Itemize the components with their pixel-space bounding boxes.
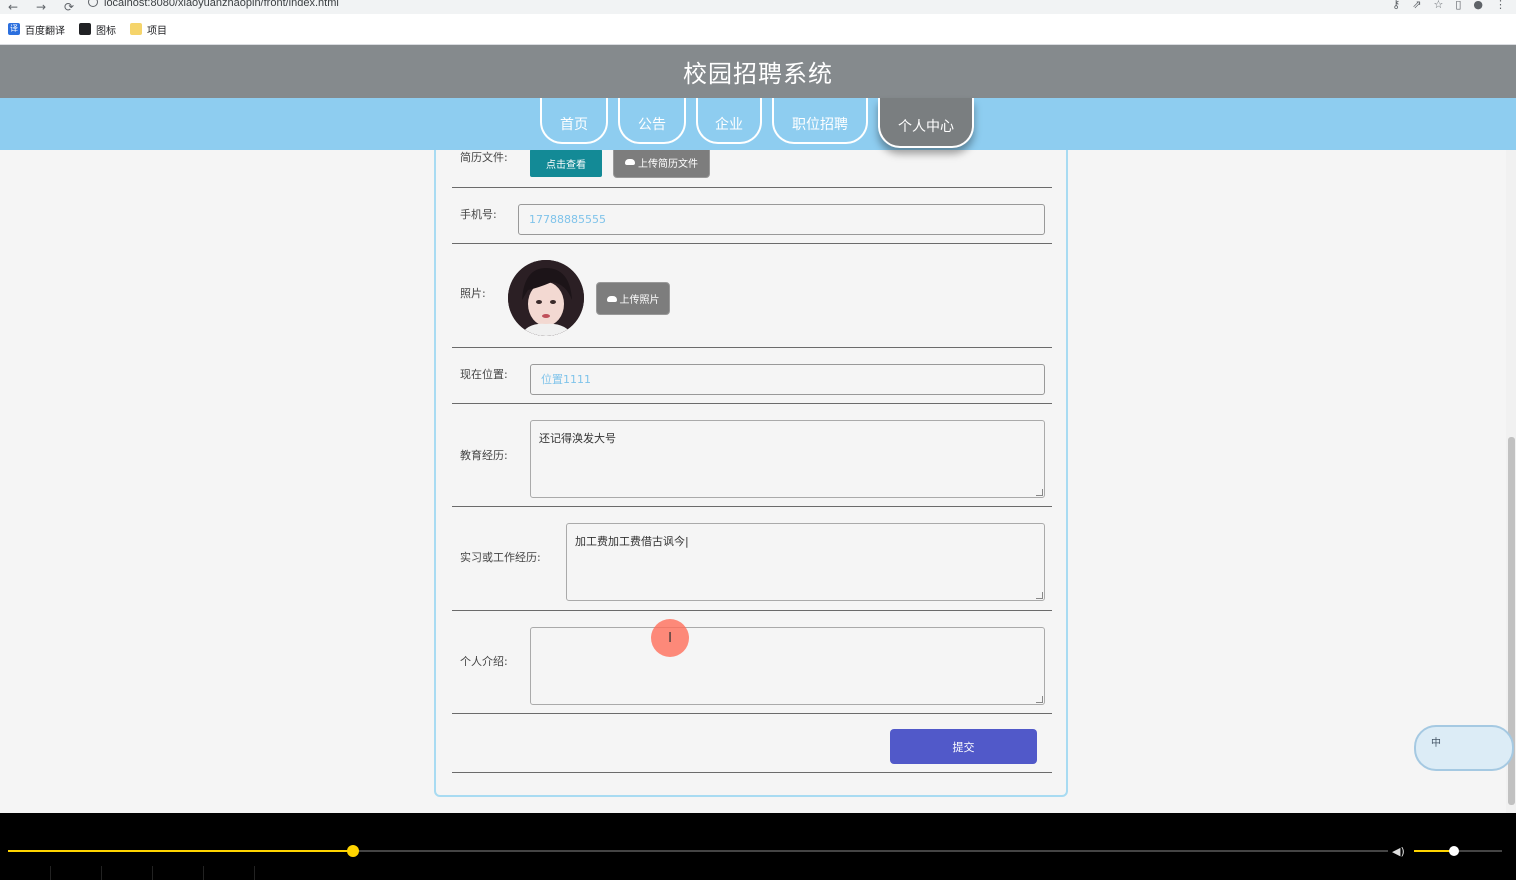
phone-row: 手机号: 17788885555: [452, 188, 1052, 244]
folder-icon: [130, 23, 142, 35]
nav-notices[interactable]: 公告: [618, 98, 686, 144]
seek-bar[interactable]: [8, 845, 1388, 857]
segment: [102, 866, 153, 880]
intro-textarea[interactable]: [530, 627, 1045, 705]
resize-handle[interactable]: [1036, 696, 1043, 703]
reload-icon[interactable]: ⟳: [64, 1, 84, 13]
resume-label: 简历文件:: [460, 151, 508, 164]
site-header: 校园招聘系统: [0, 45, 1516, 98]
phone-label: 手机号:: [460, 208, 497, 221]
avatar: [508, 260, 584, 336]
text-cursor-icon: I: [668, 630, 672, 646]
education-row: 教育经历: 还记得涣发大号: [452, 404, 1052, 507]
upload-resume-label: 上传简历文件: [638, 158, 698, 170]
upload-resume-button[interactable]: 上传简历文件: [613, 146, 710, 178]
page-content: 简历文件: 点击查看 上传简历文件 手机号: 17788885555 照片: 上…: [0, 45, 1516, 813]
volume-slider[interactable]: [1414, 846, 1502, 856]
phone-input[interactable]: 17788885555: [518, 204, 1045, 235]
segment: [153, 866, 204, 880]
url-text: localhost:8080/xiaoyuanzhaopin/front/ind…: [104, 0, 339, 9]
cloud-upload-icon: [606, 295, 617, 302]
volume-icon[interactable]: ◀): [1392, 845, 1405, 858]
intro-label: 个人介绍:: [460, 655, 508, 668]
volume-handle[interactable]: [1448, 846, 1459, 856]
bookmark-label: 图标: [96, 25, 116, 37]
nav-profile[interactable]: 个人中心: [878, 98, 974, 148]
education-text: 还记得涣发大号: [539, 432, 616, 445]
browser-actions: ⚷ ⇗ ☆ ▯ ● ⋮: [1392, 0, 1506, 11]
view-resume-button[interactable]: 点击查看: [530, 149, 602, 177]
bookmark-label: 项目: [147, 25, 167, 37]
volume-level: [1414, 850, 1454, 852]
segment: [51, 866, 102, 880]
menu-icon[interactable]: ⋮: [1495, 0, 1506, 11]
segment: [204, 866, 255, 880]
work-label: 实习或工作经历:: [460, 551, 541, 564]
work-row: 实习或工作经历: 加工费加工费借古讽今|: [452, 507, 1052, 611]
page-scrollbar[interactable]: [1506, 150, 1516, 813]
key-icon[interactable]: ⚷: [1392, 0, 1400, 11]
nav-home[interactable]: 首页: [540, 98, 608, 144]
education-textarea[interactable]: 还记得涣发大号: [530, 420, 1045, 498]
sidepanel-icon[interactable]: ▯: [1455, 0, 1461, 11]
avatar-image: [508, 260, 584, 336]
work-text: 加工费加工费借古讽今|: [575, 535, 689, 548]
resize-handle[interactable]: [1036, 592, 1043, 599]
bookmark-project[interactable]: 项目: [130, 22, 167, 37]
video-player-bar: ◀): [0, 813, 1516, 880]
seek-handle[interactable]: [347, 845, 359, 857]
intro-row: 个人介绍:: [452, 611, 1052, 714]
image-icon: [79, 23, 91, 35]
share-icon[interactable]: ⇗: [1412, 0, 1421, 11]
bookmark-translate[interactable]: 译百度翻译: [8, 22, 65, 37]
seek-progress: [8, 850, 353, 852]
bookmark-label: 百度翻译: [25, 25, 65, 37]
profile-form: 简历文件: 点击查看 上传简历文件 手机号: 17788885555 照片: 上…: [434, 105, 1068, 797]
location-label: 现在位置:: [460, 368, 508, 381]
star-icon[interactable]: ☆: [1433, 0, 1443, 11]
upload-photo-label: 上传照片: [619, 295, 660, 306]
browser-toolbar: ← → ⟳ localhost:8080/xiaoyuanzhaopin/fro…: [0, 0, 1516, 14]
info-icon[interactable]: [88, 0, 98, 7]
education-label: 教育经历:: [460, 449, 508, 462]
work-textarea[interactable]: 加工费加工费借古讽今|: [566, 523, 1045, 601]
forward-icon[interactable]: →: [36, 1, 56, 13]
upload-photo-button[interactable]: 上传照片: [596, 282, 670, 315]
submit-button[interactable]: 提交: [890, 729, 1037, 764]
translate-icon: 译: [8, 23, 20, 35]
photo-row: 照片: 上传照片: [452, 244, 1052, 348]
bookmarks-bar: 译百度翻译 图标 项目: [0, 14, 1516, 45]
site-title: 校园招聘系统: [683, 60, 833, 88]
cloud-upload-icon: [625, 159, 635, 165]
ime-label: 中: [1431, 738, 1441, 749]
segment: [0, 866, 51, 880]
back-icon[interactable]: ←: [8, 1, 28, 13]
bookmark-icons[interactable]: 图标: [79, 22, 116, 37]
player-segments: [0, 866, 1516, 880]
photo-label: 照片:: [460, 287, 486, 300]
nav-companies[interactable]: 企业: [696, 98, 762, 144]
location-row: 现在位置: 位置1111: [452, 348, 1052, 404]
submit-row: 提交: [452, 714, 1052, 773]
click-indicator: I: [651, 619, 689, 657]
nav-jobs[interactable]: 职位招聘: [772, 98, 868, 144]
location-input[interactable]: 位置1111: [530, 364, 1045, 395]
main-nav: 首页 公告 企业 职位招聘 个人中心: [0, 98, 1516, 150]
ime-widget[interactable]: 中: [1414, 725, 1514, 771]
resize-handle[interactable]: [1036, 489, 1043, 496]
profile-icon[interactable]: ●: [1473, 0, 1483, 11]
address-bar[interactable]: localhost:8080/xiaoyuanzhaopin/front/ind…: [88, 0, 339, 9]
